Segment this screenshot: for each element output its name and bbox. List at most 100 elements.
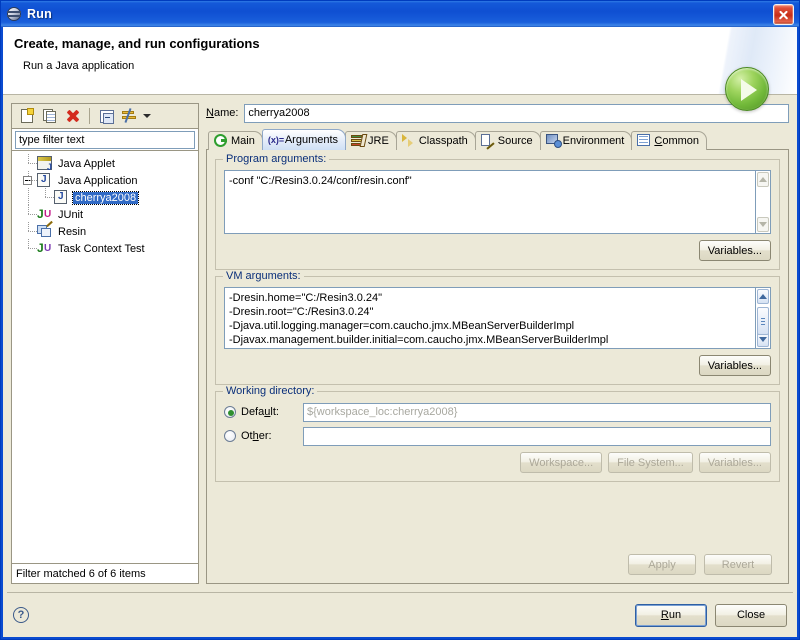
- dialog-body: Java Applet Java Application cherrya2: [3, 95, 797, 584]
- tree-item-cherrya2008[interactable]: cherrya2008: [12, 188, 198, 206]
- apply-button[interactable]: Apply: [628, 554, 696, 575]
- tree-item-java-applet[interactable]: Java Applet: [12, 154, 198, 172]
- environment-monitor-icon: [545, 134, 562, 148]
- tab-label: Environment: [562, 135, 625, 147]
- tab-classpath[interactable]: Classpath: [395, 131, 476, 150]
- tree-item-label: Task Context Test: [58, 242, 145, 255]
- classpath-arrows-icon: [401, 134, 416, 148]
- tab-jre[interactable]: JRE: [345, 131, 397, 150]
- tree-item-junit[interactable]: JUnit: [12, 205, 198, 223]
- eclipse-globe-icon: [6, 6, 22, 22]
- working-directory-legend: Working directory:: [223, 385, 318, 397]
- tree-item-label: Java Applet: [58, 157, 115, 170]
- tree-item-task-context-test[interactable]: Task Context Test: [12, 239, 198, 257]
- apply-revert-bar: Apply Revert: [215, 548, 780, 575]
- common-list-icon: [637, 134, 651, 148]
- program-arguments-scrollbar[interactable]: [755, 170, 771, 234]
- working-directory-other-row: Other:: [224, 426, 771, 446]
- vm-arguments-textarea[interactable]: -Dresin.home="C:/Resin3.0.24" -Dresin.ro…: [224, 287, 755, 349]
- duplicate-icon[interactable]: [39, 106, 60, 126]
- tab-label: Common: [654, 135, 700, 147]
- filter-box: [11, 128, 199, 150]
- tree-item-resin[interactable]: Resin: [12, 220, 198, 240]
- scroll-track[interactable]: [756, 305, 770, 335]
- dialog-footer: ? Run Close: [3, 593, 797, 637]
- tab-arguments[interactable]: (x)= Arguments: [261, 129, 347, 150]
- java-applet-icon: [37, 155, 53, 172]
- resin-icon: [37, 220, 53, 240]
- configuration-editor: Name: Main (x)= Arguments: [206, 103, 789, 584]
- tree-item-label: Resin: [58, 225, 87, 238]
- source-pencil-icon: [480, 134, 495, 150]
- help-question-icon[interactable]: ?: [13, 607, 29, 623]
- scroll-down-icon[interactable]: [757, 217, 769, 232]
- filter-input[interactable]: [15, 131, 195, 149]
- new-page-icon[interactable]: [16, 106, 37, 126]
- program-arguments-legend: Program arguments:: [223, 153, 330, 165]
- run-configurations-dialog: Run Create, manage, and run configuratio…: [0, 0, 800, 640]
- file-system-button[interactable]: File System...: [608, 452, 693, 473]
- delete-red-x-icon[interactable]: [62, 106, 83, 126]
- junit-purple-icon: [37, 241, 53, 257]
- working-directory-group: Working directory: Default: ${workspace_…: [215, 385, 780, 482]
- close-icon[interactable]: [773, 3, 794, 25]
- other-directory-input[interactable]: [303, 426, 771, 446]
- vm-arguments-variables-button[interactable]: Variables...: [698, 355, 771, 376]
- tree-item-label: JUnit: [58, 208, 84, 221]
- name-input[interactable]: [244, 103, 789, 123]
- dialog-banner: Create, manage, and run configurations R…: [3, 27, 797, 111]
- filter-status-text: Filter matched 6 of 6 items: [11, 563, 199, 584]
- configurations-panel: Java Applet Java Application cherrya2: [11, 103, 199, 584]
- window-title: Run: [27, 7, 52, 21]
- jre-books-icon: [351, 134, 368, 148]
- scroll-up-icon[interactable]: [757, 289, 769, 304]
- java-application-icon: [37, 172, 53, 189]
- vm-arguments-scrollbar[interactable]: [755, 287, 771, 349]
- program-arguments-variables-button[interactable]: Variables...: [698, 240, 771, 261]
- tab-environment[interactable]: Environment: [539, 131, 633, 150]
- tree-item-label: Java Application: [58, 174, 138, 187]
- program-arguments-group: Program arguments: -conf "C:/Resin3.0.24…: [215, 153, 780, 270]
- tree-item-java-application[interactable]: Java Application: [12, 171, 198, 189]
- configurations-tree[interactable]: Java Applet Java Application cherrya2: [11, 150, 199, 563]
- revert-button[interactable]: Revert: [704, 554, 772, 575]
- program-arguments-textarea[interactable]: -conf "C:/Resin3.0.24/conf/resin.conf": [224, 170, 755, 234]
- tab-label: Source: [497, 135, 533, 147]
- tab-label: Classpath: [418, 135, 468, 147]
- arguments-tab-page: Program arguments: -conf "C:/Resin3.0.24…: [206, 149, 789, 584]
- filter-icon[interactable]: [119, 106, 140, 126]
- tab-label: Main: [231, 135, 255, 147]
- toolbar-separator: [89, 108, 90, 124]
- java-application-icon: [54, 189, 70, 206]
- tab-label: JRE: [368, 135, 389, 147]
- name-row: Name:: [206, 103, 789, 123]
- other-radio[interactable]: [224, 430, 236, 442]
- tree-collapse-toggle[interactable]: [23, 176, 32, 185]
- other-label: Other:: [241, 430, 272, 442]
- workspace-button[interactable]: Workspace...: [520, 452, 603, 473]
- tab-bar: Main (x)= Arguments JRE Classpath Source…: [206, 129, 789, 150]
- working-directory-variables-button[interactable]: Variables...: [698, 452, 771, 473]
- run-button[interactable]: Run: [635, 603, 707, 627]
- tab-main[interactable]: Main: [208, 131, 263, 150]
- tab-label: Arguments: [284, 134, 339, 146]
- vm-arguments-legend: VM arguments:: [223, 270, 304, 282]
- tree-item-label: cherrya2008: [71, 190, 140, 205]
- tab-common[interactable]: Common: [631, 131, 708, 150]
- scroll-up-icon[interactable]: [757, 172, 769, 187]
- close-button[interactable]: Close: [715, 603, 787, 627]
- default-radio[interactable]: [224, 406, 236, 418]
- arguments-variable-icon: (x)=: [267, 135, 285, 145]
- vm-arguments-group: VM arguments: -Dresin.home="C:/Resin3.0.…: [215, 270, 780, 385]
- scroll-track[interactable]: [756, 188, 770, 216]
- name-label: Name:: [206, 107, 239, 119]
- scroll-thumb[interactable]: [757, 307, 769, 335]
- window-titlebar: Run: [1, 1, 799, 27]
- tab-source[interactable]: Source: [474, 131, 541, 150]
- default-label: Default:: [241, 406, 279, 418]
- configurations-toolbar: [11, 103, 199, 128]
- working-directory-default-row: Default: ${workspace_loc:cherrya2008}: [224, 402, 771, 422]
- default-directory-input[interactable]: ${workspace_loc:cherrya2008}: [303, 402, 771, 422]
- chevron-down-icon[interactable]: [143, 114, 151, 118]
- collapse-all-icon[interactable]: [96, 106, 117, 126]
